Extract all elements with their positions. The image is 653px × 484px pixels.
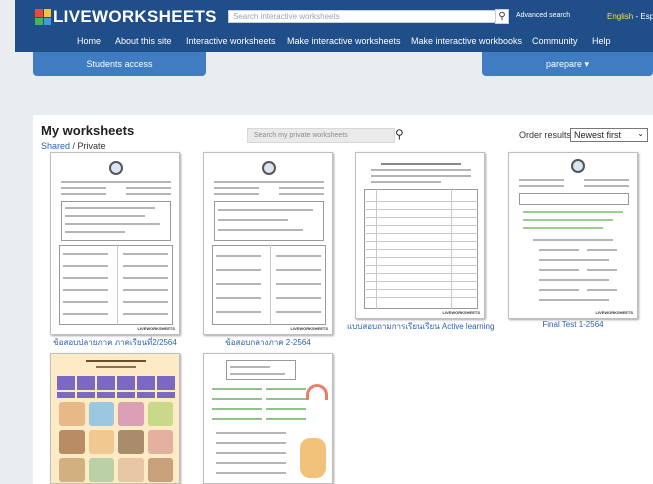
worksheet-thumbnail[interactable] bbox=[50, 353, 180, 484]
language-switch[interactable]: English - Españo bbox=[607, 12, 653, 21]
filter-private[interactable]: Private bbox=[78, 141, 106, 151]
order-label: Order results: bbox=[519, 130, 574, 140]
order-select[interactable]: Newest first ⌄ bbox=[570, 128, 648, 142]
logo-text: LIVEWORKSHEETS bbox=[53, 7, 217, 26]
chevron-down-icon: ⌄ bbox=[637, 129, 644, 138]
private-search-input[interactable]: Search my private worksheets bbox=[247, 128, 395, 143]
school-seal-icon bbox=[262, 161, 276, 175]
worksheet-thumbnail[interactable]: LIVEWORKSHEETS bbox=[50, 152, 180, 335]
order-select-value: Newest first bbox=[574, 130, 622, 140]
user-menu-button[interactable]: parepare ▾ bbox=[482, 52, 653, 76]
worksheet-title[interactable]: ข้อสอบกลางภาค 2-2564 bbox=[195, 336, 341, 349]
brand-watermark: LIVEWORKSHEETS bbox=[442, 310, 480, 315]
worksheet-title[interactable]: Final Test 1-2564 bbox=[500, 320, 646, 329]
worksheet-title[interactable]: แบบสอบถามการเรียนเรียน Active learning bbox=[347, 320, 494, 333]
nav-make-workbooks[interactable]: Make interactive workbooks bbox=[411, 36, 522, 46]
nav-about[interactable]: About this site bbox=[115, 36, 172, 46]
worksheet-thumbnail[interactable]: LIVEWORKSHEETS bbox=[508, 152, 638, 319]
nav-make-worksheets[interactable]: Make interactive worksheets bbox=[287, 36, 401, 46]
site-search-input[interactable]: Search interactive worksheets bbox=[228, 10, 496, 23]
main-nav: Home About this site Interactive workshe… bbox=[15, 36, 653, 50]
nav-community[interactable]: Community bbox=[532, 36, 578, 46]
logo-icon bbox=[35, 9, 51, 25]
nav-home[interactable]: Home bbox=[77, 36, 101, 46]
nav-interactive-worksheets[interactable]: Interactive worksheets bbox=[186, 36, 276, 46]
search-icon[interactable]: ⚲ bbox=[395, 127, 404, 141]
filter-shared-link[interactable]: Shared bbox=[41, 141, 70, 151]
advanced-search-link[interactable]: Advanced search bbox=[516, 12, 570, 19]
lang-spanish[interactable]: Españo bbox=[640, 12, 653, 21]
site-header: LIVEWORKSHEETS Search interactive worksh… bbox=[15, 0, 653, 52]
school-seal-icon bbox=[571, 159, 585, 173]
nav-help[interactable]: Help bbox=[592, 36, 611, 46]
school-seal-icon bbox=[109, 161, 123, 175]
brand-watermark: LIVEWORKSHEETS bbox=[137, 326, 175, 331]
worksheet-thumbnail[interactable]: LIVEWORKSHEETS bbox=[355, 152, 485, 319]
brand-watermark: LIVEWORKSHEETS bbox=[595, 310, 633, 315]
worksheet-thumbnail[interactable]: LIVEWORKSHEETS bbox=[203, 152, 333, 335]
students-access-button[interactable]: Students access bbox=[33, 52, 206, 76]
page-title: My worksheets bbox=[41, 123, 135, 138]
brand-watermark: LIVEWORKSHEETS bbox=[290, 326, 328, 331]
worksheet-title[interactable]: ข้อสอบปลายภาค ภาคเรียนที่2/2564 bbox=[42, 336, 188, 349]
lang-english[interactable]: English bbox=[607, 12, 633, 21]
worksheet-thumbnail[interactable] bbox=[203, 353, 333, 484]
filter-separator: / bbox=[70, 141, 78, 151]
search-icon[interactable]: ⚲ bbox=[495, 9, 509, 24]
visibility-filter: Shared / Private bbox=[41, 141, 106, 151]
my-worksheets-panel: My worksheets Shared / Private Search my… bbox=[33, 115, 653, 484]
site-logo[interactable]: LIVEWORKSHEETS bbox=[35, 7, 217, 27]
